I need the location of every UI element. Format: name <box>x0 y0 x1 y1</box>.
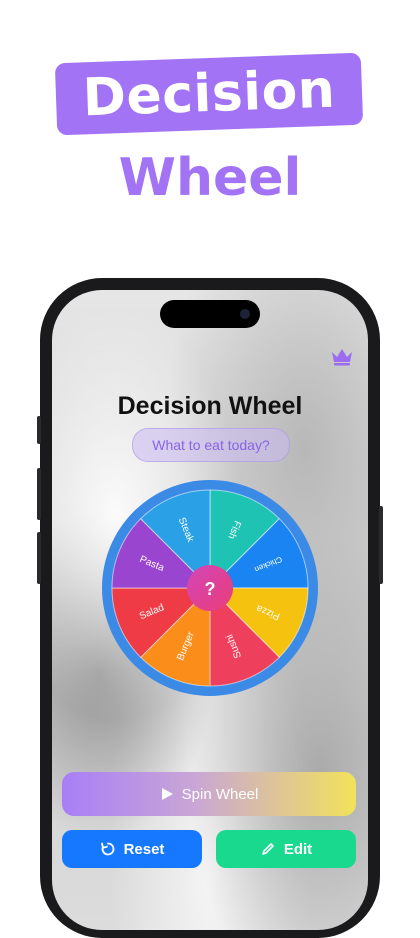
phone-side-button <box>37 532 41 584</box>
camera-icon <box>240 309 250 319</box>
edit-button[interactable]: Edit <box>216 830 356 868</box>
reset-button[interactable]: Reset <box>62 830 202 868</box>
wheel-center-label: ? <box>205 579 216 599</box>
phone-side-button <box>37 416 41 444</box>
wheel-graphic: FishChickenPizzaSushiBurgerSaladPastaSte… <box>102 480 318 696</box>
crown-icon[interactable] <box>330 346 354 366</box>
promo-title-line2: Wheel <box>118 148 302 208</box>
spin-wheel-button[interactable]: Spin Wheel <box>62 772 356 816</box>
promo-title-line1: Decision <box>81 59 337 129</box>
app-screen: Decision Wheel What to eat today? Fish Ch… <box>52 290 368 930</box>
decision-wheel[interactable]: Fish Chicken Pizza Sushi Burger Salad Pasta Ste… <box>100 478 320 698</box>
app-title: Decision Wheel <box>117 392 303 420</box>
pencil-icon <box>262 843 274 855</box>
reset-icon <box>100 842 114 856</box>
spin-wheel-label: Spin Wheel <box>181 785 259 803</box>
dynamic-island <box>160 300 260 328</box>
phone-side-button <box>379 506 383 584</box>
phone-side-button <box>37 468 41 520</box>
edit-label: Edit <box>283 840 313 858</box>
reset-label: Reset <box>123 840 165 858</box>
play-icon <box>161 788 173 800</box>
question-label[interactable]: What to eat today? <box>132 428 290 462</box>
